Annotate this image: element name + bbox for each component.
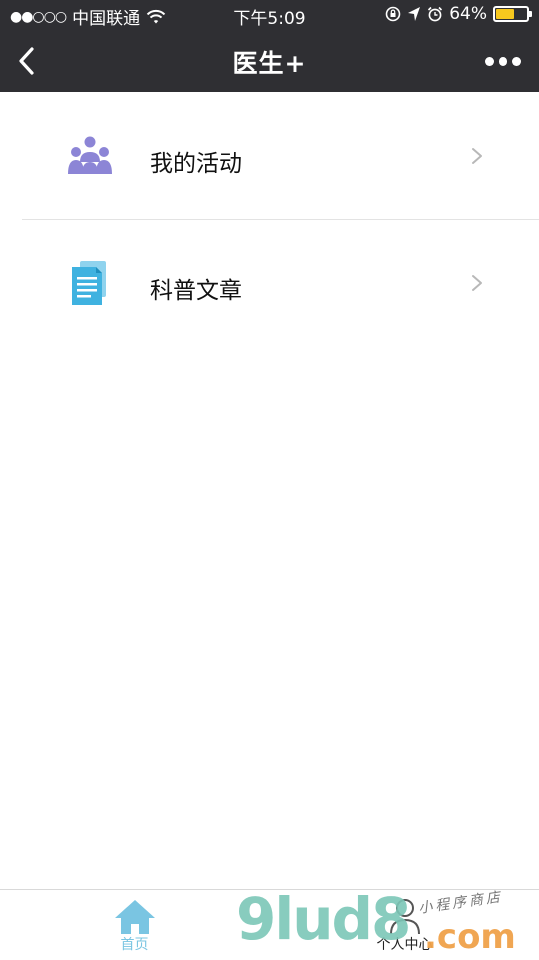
more-button[interactable] <box>485 54 522 68</box>
location-arrow-icon <box>408 7 421 21</box>
tab-home-label: 首页 <box>120 937 149 953</box>
chevron-right-icon <box>472 275 482 291</box>
more-dot <box>485 56 494 66</box>
top-bar: ●●○○○ 中国联通 下午5:09 64% 医生+ <box>0 0 539 92</box>
people-group-icon <box>68 136 112 174</box>
document-icon <box>72 261 106 305</box>
alarm-clock-icon <box>428 6 443 22</box>
menu-list: 我的活动 科普文章 <box>0 92 539 346</box>
page-title: 医生+ <box>232 49 307 78</box>
battery-percent: 64% <box>449 4 487 24</box>
menu-item-label: 科普文章 <box>150 278 242 304</box>
tab-home[interactable]: 首页 <box>0 890 269 960</box>
battery-fill <box>496 9 514 19</box>
more-dot <box>512 56 522 66</box>
navigation-bar: 医生+ <box>0 30 539 92</box>
chevron-right-icon <box>472 148 482 164</box>
home-icon <box>114 900 155 934</box>
status-right: 64% <box>385 4 532 24</box>
tab-bar: 首页 个人中心 <box>0 889 539 960</box>
battery-icon <box>493 6 532 22</box>
tab-profile-label: 个人中心 <box>376 937 433 953</box>
person-icon <box>389 899 420 935</box>
menu-item-label: 我的活动 <box>150 151 242 177</box>
menu-item-science-articles[interactable]: 科普文章 <box>0 219 539 346</box>
status-bar: ●●○○○ 中国联通 下午5:09 64% <box>0 0 539 30</box>
menu-item-my-activities[interactable]: 我的活动 <box>0 92 539 220</box>
more-dot <box>498 56 508 66</box>
rotation-lock-icon <box>385 6 401 22</box>
tab-profile[interactable]: 个人中心 <box>270 890 539 960</box>
